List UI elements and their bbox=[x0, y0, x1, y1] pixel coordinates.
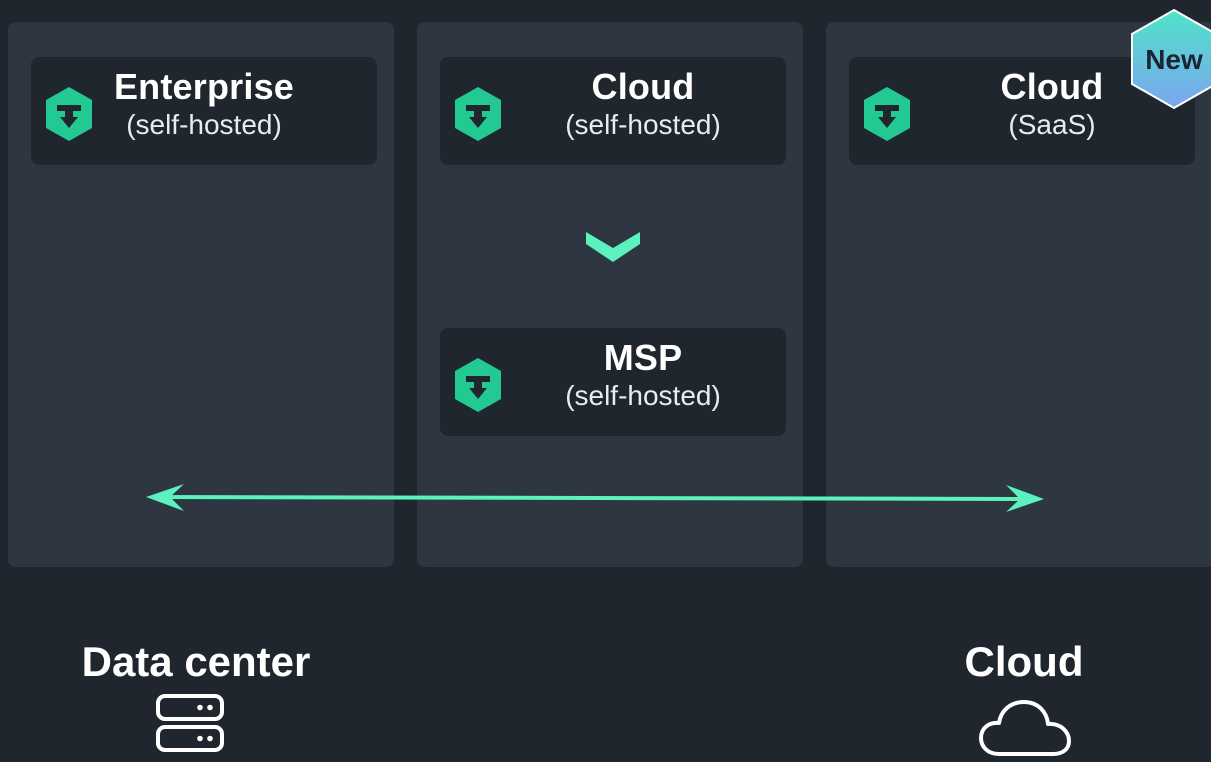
card-title: Enterprise bbox=[113, 66, 295, 107]
double-arrow-icon bbox=[146, 484, 1044, 512]
logo-hexagon-icon bbox=[861, 85, 913, 143]
location-label-cloud: Cloud bbox=[964, 638, 1084, 685]
location-label-data-center: Data center bbox=[81, 638, 311, 685]
card-msp: MSP (self-hosted) bbox=[440, 328, 786, 436]
card-subtitle: (SaaS) bbox=[1008, 109, 1096, 140]
badge-label: New bbox=[1145, 44, 1203, 75]
card-enterprise: Enterprise (self-hosted) bbox=[31, 57, 377, 165]
server-icon bbox=[156, 694, 224, 752]
logo-hexagon-icon bbox=[43, 85, 95, 143]
card-subtitle: (self-hosted) bbox=[565, 109, 721, 140]
new-badge: New bbox=[1130, 8, 1211, 110]
cloud-icon bbox=[979, 700, 1071, 756]
logo-hexagon-icon bbox=[452, 85, 504, 143]
card-cloud-self-hosted: Cloud (self-hosted) bbox=[440, 57, 786, 165]
card-title: Cloud bbox=[591, 66, 695, 107]
card-subtitle: (self-hosted) bbox=[126, 109, 282, 140]
card-title: MSP bbox=[603, 337, 683, 378]
card-subtitle: (self-hosted) bbox=[565, 380, 721, 411]
logo-hexagon-icon bbox=[452, 356, 504, 414]
chevron-down-icon bbox=[586, 232, 640, 262]
